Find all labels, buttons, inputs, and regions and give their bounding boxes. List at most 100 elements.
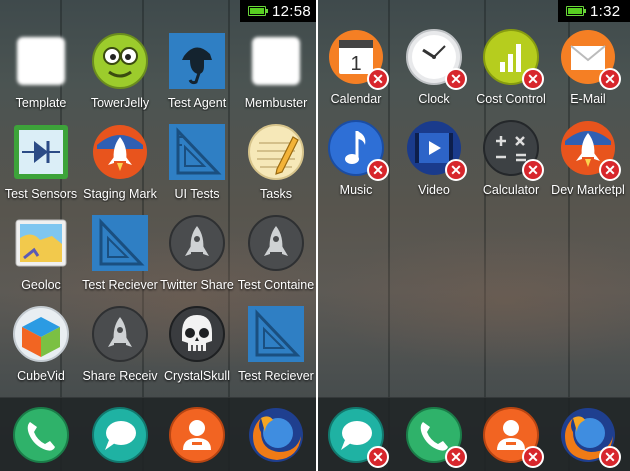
app-towerjelly[interactable]: TowerJelly (80, 32, 160, 111)
rocket-marketplace-icon (91, 123, 149, 181)
messages-icon: ✕ (327, 406, 389, 468)
dock-browser[interactable] (236, 406, 316, 464)
delete-badge[interactable]: ✕ (367, 159, 389, 181)
rocket-marketplace-icon: ✕ (559, 119, 621, 181)
status-clock: 1:32 (590, 2, 621, 20)
delete-badge[interactable]: ✕ (445, 159, 467, 181)
app-label: Staging Mark (83, 187, 157, 201)
delete-badge[interactable]: ✕ (522, 159, 544, 181)
delete-badge[interactable]: ✕ (599, 446, 621, 468)
app-label: Share Receiv (82, 369, 158, 383)
app-label: UI Tests (174, 187, 220, 201)
app-test-reciever[interactable]: Test Reciever (80, 214, 160, 293)
firefox-icon: ✕ (559, 406, 621, 468)
grey-rocket-icon (247, 214, 305, 272)
phone-icon: ✕ (405, 406, 467, 468)
app-test-agent[interactable]: Test Agent (157, 32, 237, 111)
app-label: Test Agent (167, 96, 227, 110)
dock-messages[interactable] (80, 406, 160, 464)
app-label: Test Reciever (82, 278, 158, 292)
crystal-skull-icon (168, 305, 226, 363)
delete-badge[interactable]: ✕ (445, 68, 467, 90)
blue-triangle-ruler-icon (91, 214, 149, 272)
app-label: Tasks (260, 187, 292, 201)
app-staging-marketplace[interactable]: Staging Mark (80, 123, 160, 202)
app-ui-tests[interactable]: UI Tests (157, 123, 237, 202)
blank-white-icon (247, 32, 305, 90)
dock-browser[interactable]: ✕ (548, 406, 628, 468)
app-calculator[interactable]: ✕ Calculator (471, 119, 551, 198)
app-cubevid[interactable]: CubeVid (1, 305, 81, 384)
app-test-reciever-2[interactable]: Test Reciever (236, 305, 316, 384)
phone-icon (12, 406, 70, 464)
app-video[interactable]: ✕ Video (394, 119, 474, 198)
app-label: TowerJelly (90, 96, 150, 110)
calculator-icon: ✕ (482, 119, 544, 181)
sherlock-agent-icon (168, 32, 226, 90)
battery-icon (566, 6, 586, 16)
app-geoloc[interactable]: Geoloc (1, 214, 81, 293)
app-cost-control[interactable]: ✕ Cost Control (471, 28, 551, 107)
app-twitter-share[interactable]: Twitter Share (157, 214, 237, 293)
delete-badge[interactable]: ✕ (367, 68, 389, 90)
app-label: Calendar (330, 92, 382, 106)
homescreen-right-edit-mode: 1:32 1 ✕ Calendar ✕ Clock ✕ Cost Control (318, 0, 630, 471)
app-email[interactable]: ✕ E-Mail (548, 28, 628, 107)
app-label: Calculator (482, 183, 540, 197)
app-music[interactable]: ✕ Music (318, 119, 396, 198)
battery-icon (248, 6, 268, 16)
app-crystalskull[interactable]: CrystalSkull (157, 305, 237, 384)
app-test-container[interactable]: Test Containe (236, 214, 316, 293)
grey-rocket-icon (168, 214, 226, 272)
cost-control-icon: ✕ (482, 28, 544, 90)
dock-messages[interactable]: ✕ (318, 406, 396, 468)
blue-triangle-ruler-icon (168, 123, 226, 181)
app-membuster[interactable]: Membuster (236, 32, 316, 111)
messages-icon (91, 406, 149, 464)
app-dev-marketplace[interactable]: ✕ Dev Marketpl (548, 119, 628, 198)
battery-level (568, 8, 582, 14)
delete-badge[interactable]: ✕ (522, 68, 544, 90)
video-icon: ✕ (405, 119, 467, 181)
email-icon: ✕ (559, 28, 621, 90)
app-share-receiver[interactable]: Share Receiv (80, 305, 160, 384)
delete-badge[interactable]: ✕ (367, 446, 389, 468)
wallpaper-haze (318, 230, 630, 370)
contacts-icon: ✕ (482, 406, 544, 468)
contacts-icon (168, 406, 226, 464)
app-label: Cost Control (476, 92, 546, 106)
delete-badge[interactable]: ✕ (445, 446, 467, 468)
delete-badge[interactable]: ✕ (599, 68, 621, 90)
homescreen-left: 12:58 Template TowerJelly Test Agent Mem… (0, 0, 316, 471)
app-label: Twitter Share (160, 278, 234, 292)
dock: ✕ ✕ ✕ ✕ (318, 397, 630, 471)
dock-phone[interactable] (1, 406, 81, 464)
grey-rocket-icon (91, 305, 149, 363)
app-label: Video (418, 183, 450, 197)
app-calendar[interactable]: 1 ✕ Calendar (318, 28, 396, 107)
dock-contacts[interactable] (157, 406, 237, 464)
app-label: Test Reciever (238, 369, 314, 383)
app-label: Music (339, 183, 373, 197)
app-clock[interactable]: ✕ Clock (394, 28, 474, 107)
dock-contacts[interactable]: ✕ (471, 406, 551, 468)
app-test-sensors[interactable]: Test Sensors (1, 123, 81, 202)
app-label: Membuster (244, 96, 308, 110)
app-label: E-Mail (570, 92, 606, 106)
delete-badge[interactable]: ✕ (522, 446, 544, 468)
app-template[interactable]: Template (1, 32, 81, 111)
cube-video-icon (12, 305, 70, 363)
clock-icon: ✕ (405, 28, 467, 90)
status-bar: 12:58 (240, 0, 316, 22)
status-bar: 1:32 (558, 0, 630, 22)
tower-jelly-icon (91, 32, 149, 90)
app-label: CrystalSkull (164, 369, 230, 383)
status-clock: 12:58 (272, 2, 312, 20)
dock-phone[interactable]: ✕ (394, 406, 474, 468)
calendar-icon: 1 ✕ (327, 28, 389, 90)
app-label: Test Sensors (4, 187, 78, 201)
app-tasks[interactable]: Tasks (236, 123, 316, 202)
app-label: Clock (418, 92, 450, 106)
diode-sensor-icon (12, 123, 70, 181)
delete-badge[interactable]: ✕ (599, 159, 621, 181)
